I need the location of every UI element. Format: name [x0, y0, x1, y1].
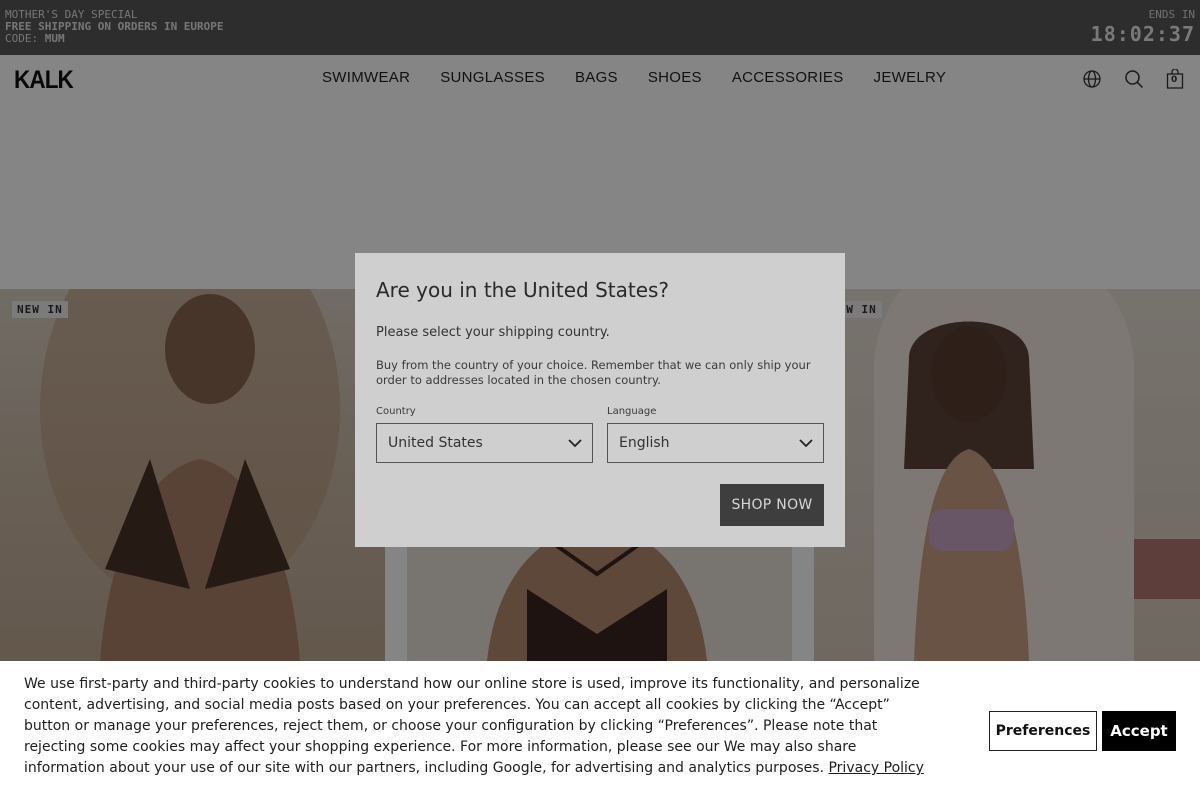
modal-subtitle: Please select your shipping country.	[376, 325, 610, 340]
cookie-message: We use first-party and third-party cooki…	[24, 676, 920, 776]
language-select[interactable]: English	[607, 423, 824, 463]
language-select-value: English	[619, 435, 670, 451]
language-label: Language	[607, 406, 657, 417]
cookie-text: We use first-party and third-party cooki…	[24, 674, 939, 779]
country-modal: Are you in the United States? Please sel…	[355, 253, 845, 547]
modal-description: Buy from the country of your choice. Rem…	[376, 358, 811, 387]
privacy-policy-link[interactable]: Privacy Policy	[828, 760, 923, 776]
chevron-down-icon	[799, 439, 813, 448]
cookie-banner: We use first-party and third-party cooki…	[0, 661, 1200, 800]
country-select[interactable]: United States	[376, 423, 593, 463]
preferences-button[interactable]: Preferences	[989, 711, 1097, 751]
shop-now-button[interactable]: SHOP NOW	[720, 484, 824, 526]
chevron-down-icon	[568, 439, 582, 448]
country-label: Country	[376, 406, 416, 417]
country-select-value: United States	[388, 435, 483, 451]
accept-button[interactable]: Accept	[1102, 711, 1176, 751]
modal-title: Are you in the United States?	[376, 278, 670, 302]
